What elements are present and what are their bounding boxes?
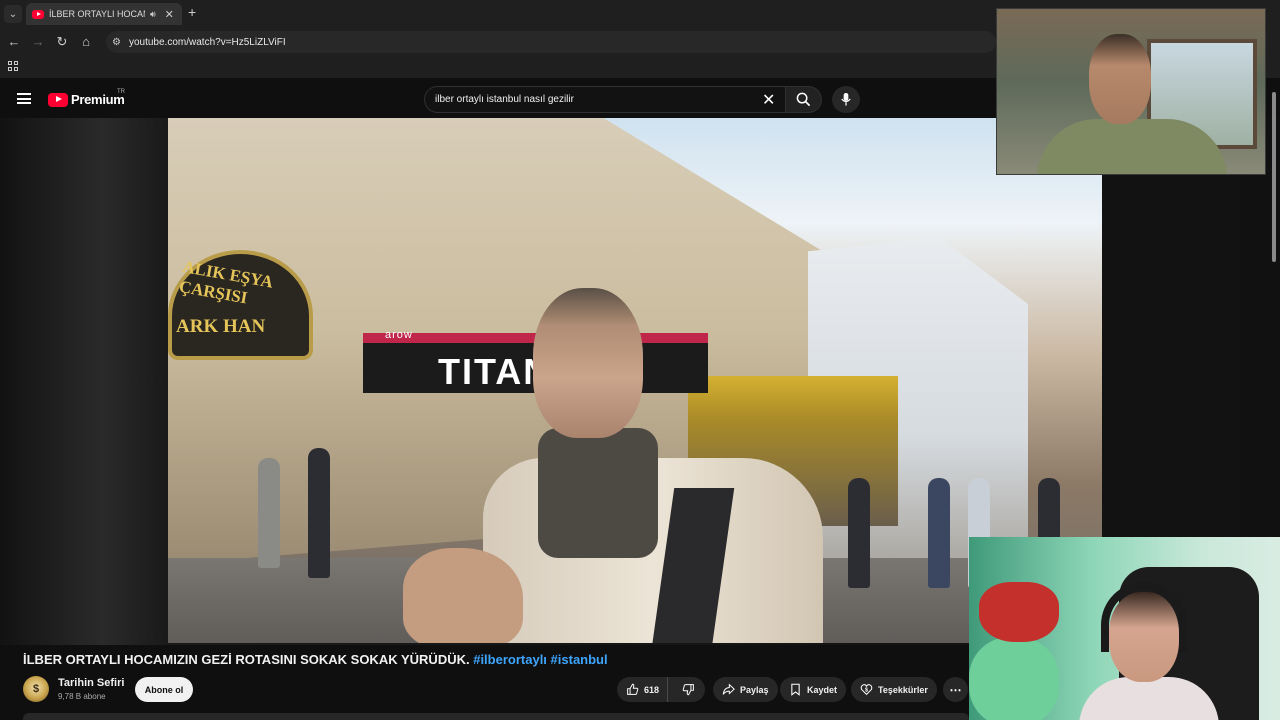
voice-search-button[interactable] [832, 86, 860, 113]
description-box-edge [23, 713, 969, 720]
home-icon[interactable]: ⌂ [78, 34, 94, 49]
search-query: ilber ortaylı istanbul nasıl gezilir [435, 94, 574, 105]
url-text: youtube.com/watch?v=Hz5LiZLViFI [128, 36, 286, 48]
scrollbar-thumb[interactable] [1272, 92, 1276, 262]
apps-icon[interactable] [8, 61, 18, 71]
speaker-icon[interactable]: 🔊︎ [150, 9, 156, 20]
address-bar[interactable]: ⚙ youtube.com/watch?v=Hz5LiZLViFI [106, 31, 996, 53]
forward-icon[interactable]: → [30, 34, 46, 49]
search-icon [796, 92, 811, 107]
video-title: İLBER ORTAYLI HOCAMIZIN GEZİ ROTASINI SO… [23, 652, 608, 667]
channel-name[interactable]: Tarihin Sefiri [58, 677, 124, 689]
like-count: 618 [644, 684, 660, 695]
like-dislike-group: 618 [617, 677, 705, 702]
dislike-button[interactable] [673, 677, 704, 702]
share-icon [722, 683, 735, 695]
reload-icon[interactable]: ↻ [54, 34, 70, 50]
webcam-overlay-top [996, 8, 1266, 175]
streamer-head [1089, 34, 1151, 124]
channel-logo-icon: $ [32, 683, 40, 695]
close-icon[interactable]: ✕ [762, 90, 775, 110]
thanks-button[interactable]: $ Teşekkürler [851, 677, 937, 702]
store-brand: arow [385, 329, 413, 341]
round-sign-line2: ARK HAN [176, 316, 266, 337]
browser-tab-active[interactable]: İLBER ORTAYLI HOCAMIZIN 🔊︎ ✕ [26, 3, 182, 25]
site-info-icon[interactable]: ⚙ [112, 37, 121, 48]
youtube-favicon-icon [32, 9, 44, 19]
search-input[interactable]: ilber ortaylı istanbul nasıl gezilir [424, 86, 786, 113]
subscribe-button[interactable]: Abone ol [135, 677, 193, 702]
video-title-text: İLBER ORTAYLI HOCAMIZIN GEZİ ROTASINI SO… [23, 652, 470, 667]
like-button[interactable]: 618 [617, 677, 669, 702]
tab-title: İLBER ORTAYLI HOCAMIZIN [49, 9, 145, 19]
presenter-scarf [538, 428, 658, 558]
country-code: TR [117, 89, 125, 95]
tab-close-icon[interactable]: ✕ [165, 8, 174, 21]
pedestrian [308, 448, 330, 578]
video-player[interactable]: ALIK EŞYA ÇARŞISI ARK HAN arow TITAN [168, 118, 1102, 643]
presenter [403, 288, 853, 643]
subscriber-count: 9,78 B abone [58, 692, 106, 701]
mic-icon [841, 92, 851, 106]
thanks-label: Teşekkürler [878, 684, 928, 695]
back-icon[interactable]: ← [6, 34, 22, 49]
more-icon[interactable]: ⋯ [943, 677, 968, 702]
menu-icon[interactable] [17, 93, 31, 104]
plush-toy-body [969, 637, 1059, 720]
streamer-body [1037, 119, 1227, 174]
thanks-icon: $ [860, 684, 873, 696]
save-label: Kaydet [807, 684, 838, 695]
channel-avatar[interactable]: $ [23, 676, 49, 702]
presenter-head [533, 288, 643, 438]
save-icon [791, 683, 800, 696]
save-button[interactable]: Kaydet [780, 677, 847, 702]
pedestrian [928, 478, 950, 588]
dislike-icon [682, 684, 694, 696]
tab-list-chevron-icon[interactable]: ⌄ [4, 5, 22, 23]
pedestrian [258, 458, 280, 568]
like-icon [627, 683, 639, 695]
youtube-logo[interactable]: Premium [48, 92, 125, 107]
youtube-logo-icon [48, 92, 68, 107]
webcam-overlay-bottom [969, 537, 1280, 720]
new-tab-button[interactable]: + [188, 4, 196, 20]
hashtag-link[interactable]: #ilberortaylı [473, 652, 547, 667]
presenter-hand [403, 548, 523, 643]
plush-toy-head [979, 582, 1059, 642]
share-label: Paylaş [740, 684, 769, 695]
share-button[interactable]: Paylaş [713, 677, 778, 702]
svg-text:$: $ [865, 688, 868, 694]
hashtag-link[interactable]: #istanbul [551, 652, 608, 667]
search-button[interactable] [786, 86, 822, 113]
